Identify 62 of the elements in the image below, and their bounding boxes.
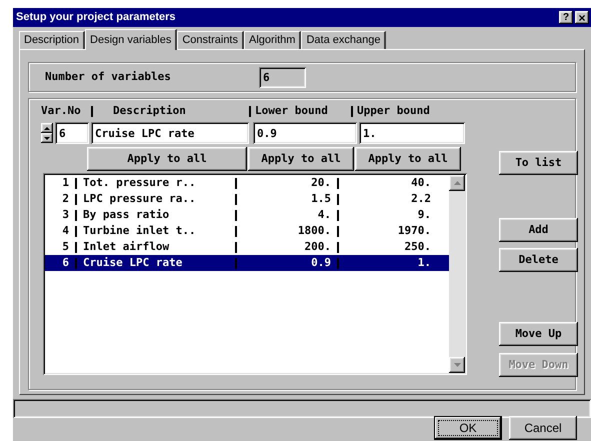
row-number: 2 [61, 190, 70, 207]
down-arrow-icon [454, 363, 460, 367]
row-upper-bound: 1. [416, 254, 432, 271]
side-button[interactable]: Delete [499, 248, 578, 272]
row-lower-bound: 1.5 [310, 190, 332, 207]
column-header: Lower bound [255, 102, 329, 119]
tab[interactable]: Algorithm [244, 31, 302, 49]
dialog-button[interactable]: OK [434, 416, 502, 440]
list-row[interactable]: 2 LPC pressure ra.. 1.5 2.2 [45, 191, 449, 207]
description-field[interactable]: Cruise LPC rate [91, 122, 249, 144]
row-description: LPC pressure ra.. [82, 190, 197, 207]
column-header: Description [112, 102, 187, 119]
var-no-field[interactable]: 6 [55, 122, 89, 144]
tab[interactable]: Data exchange [301, 31, 386, 49]
row-upper-bound: 1970. [396, 222, 432, 239]
tab[interactable]: Constraints [177, 31, 244, 49]
spin-button[interactable] [41, 123, 53, 143]
list-row[interactable]: 3 By pass ratio 4. 9. [45, 207, 449, 223]
row-upper-bound: 2.2 [410, 190, 432, 207]
row-upper-bound: 250. [404, 238, 432, 255]
row-description: By pass ratio [82, 206, 170, 223]
apply-to-all-button[interactable]: Apply to all [87, 147, 247, 171]
up-arrow-icon [44, 126, 50, 130]
lower-bound-field[interactable]: 0.9 [253, 122, 357, 144]
list-row[interactable]: 4 Turbine inlet t.. 1800. 1970. [45, 223, 449, 239]
tab[interactable]: Design variables [85, 29, 178, 50]
variables-count-field: 6 [259, 66, 306, 88]
row-upper-bound: 9. [416, 206, 432, 223]
row-number: 4 [61, 222, 70, 239]
upper-bound-field[interactable]: 1. [359, 122, 465, 144]
variables-count-label: Number of variables [45, 68, 172, 85]
row-lower-bound: 1800. [296, 222, 332, 239]
side-button[interactable]: Move Up [499, 322, 578, 346]
row-number: 1 [61, 174, 70, 191]
row-lower-bound: 20. [310, 174, 332, 191]
row-lower-bound: 0.9 [310, 254, 332, 271]
up-arrow-icon [454, 181, 460, 185]
scrollbar[interactable] [449, 175, 465, 373]
list-row[interactable]: 1 Tot. pressure r.. 20. 40. [45, 175, 449, 191]
column-header: Var.No [40, 102, 82, 119]
help-button[interactable]: ? [559, 11, 573, 24]
row-number: 3 [61, 206, 70, 223]
row-description: Cruise LPC rate [82, 254, 184, 271]
dialog-button[interactable]: Cancel [509, 416, 577, 440]
apply-to-all-button[interactable]: Apply to all [248, 147, 354, 171]
row-lower-bound: 4. [316, 206, 332, 223]
list-row[interactable]: 5 Inlet airflow 200. 250. [45, 239, 449, 255]
row-lower-bound: 200. [304, 238, 332, 255]
row-description: Tot. pressure r.. [82, 174, 197, 191]
row-description: Inlet airflow [82, 238, 170, 255]
side-button[interactable]: To list [499, 151, 578, 175]
down-arrow-icon [44, 136, 50, 140]
apply-to-all-button[interactable]: Apply to all [355, 147, 461, 171]
row-upper-bound: 40. [410, 174, 432, 191]
column-header: Upper bound [357, 102, 431, 119]
close-button[interactable]: × [575, 11, 589, 24]
list-row[interactable]: 6 Cruise LPC rate 0.9 1. [45, 255, 449, 271]
row-description: Turbine inlet t.. [82, 222, 197, 239]
side-button[interactable]: Add [499, 218, 578, 242]
row-number: 5 [61, 238, 70, 255]
window-title: Setup your project parameters [16, 10, 177, 26]
row-number: 6 [61, 254, 70, 271]
